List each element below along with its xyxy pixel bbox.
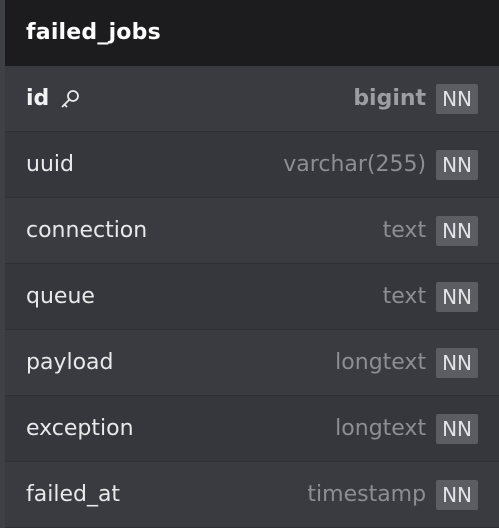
column-row-connection[interactable]: connection text NN xyxy=(5,198,499,264)
not-null-badge: NN xyxy=(436,479,478,510)
column-type: bigint xyxy=(353,86,427,111)
column-meta: longtext NN xyxy=(335,413,478,444)
table-card[interactable]: failed_jobs id bigint NN uuid varchar(25… xyxy=(0,0,499,528)
not-null-badge: NN xyxy=(436,149,478,180)
column-row-payload[interactable]: payload longtext NN xyxy=(5,330,499,396)
column-row-uuid[interactable]: uuid varchar(255) NN xyxy=(5,132,499,198)
column-type: text xyxy=(382,284,427,309)
column-name: queue xyxy=(26,284,95,309)
column-row-queue[interactable]: queue text NN xyxy=(5,264,499,330)
not-null-badge: NN xyxy=(436,413,478,444)
not-null-badge: NN xyxy=(436,83,478,114)
column-name: id xyxy=(26,86,81,111)
column-row-failed-at[interactable]: failed_at timestamp NN xyxy=(5,462,499,528)
column-type: longtext xyxy=(335,416,427,441)
column-name-text: id xyxy=(26,86,50,111)
column-type: longtext xyxy=(335,350,427,375)
column-meta: text NN xyxy=(382,281,478,312)
column-meta: text NN xyxy=(382,215,478,246)
column-name: exception xyxy=(26,416,134,441)
column-meta: longtext NN xyxy=(335,347,478,378)
not-null-badge: NN xyxy=(436,347,478,378)
column-type: text xyxy=(382,218,427,243)
column-meta: bigint NN xyxy=(353,83,478,114)
column-meta: timestamp NN xyxy=(307,479,478,510)
table-header[interactable]: failed_jobs xyxy=(5,0,499,66)
column-name: uuid xyxy=(26,152,74,177)
column-type: varchar(255) xyxy=(283,152,427,177)
column-list: id bigint NN uuid varchar(255) NN connec… xyxy=(5,66,499,528)
column-name: failed_at xyxy=(26,482,121,507)
column-name: connection xyxy=(26,218,148,243)
column-meta: varchar(255) NN xyxy=(283,149,478,180)
not-null-badge: NN xyxy=(436,215,478,246)
column-row-id[interactable]: id bigint NN xyxy=(5,66,499,132)
table-title: failed_jobs xyxy=(26,19,161,45)
column-name: payload xyxy=(26,350,114,375)
column-row-exception[interactable]: exception longtext NN xyxy=(5,396,499,462)
column-type: timestamp xyxy=(307,482,427,507)
not-null-badge: NN xyxy=(436,281,478,312)
key-icon xyxy=(59,88,81,110)
